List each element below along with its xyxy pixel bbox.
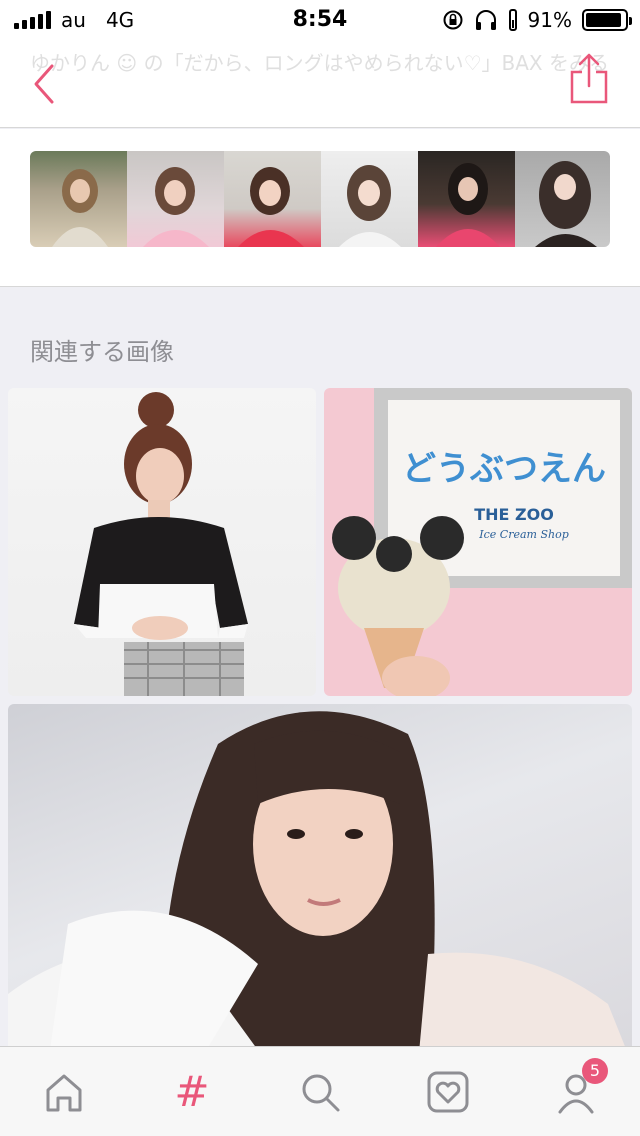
nav-header: ゆかりん ☺ の「だから、ロングはやめられない♡」BAX をみる	[0, 40, 640, 128]
status-bar: au 4G 8:54 91%	[0, 0, 640, 40]
heart-icon	[427, 1071, 469, 1112]
related-image-2[interactable]: どうぶつえん THE ZOO Ice Cream Shop	[324, 388, 632, 696]
status-right: 91%	[442, 8, 632, 32]
header-title: ゆかりん ☺ の「だから、ロングはやめられない♡」BAX をみる	[30, 51, 609, 75]
thumbnail-5-figure	[436, 163, 500, 247]
home-icon	[46, 1074, 82, 1111]
thumbnail-3[interactable]	[224, 151, 321, 247]
battery-fill	[586, 13, 621, 27]
related-image-3[interactable]	[8, 704, 632, 1064]
tab-profile[interactable]: 5	[546, 1057, 608, 1122]
related-image-3-portrait	[8, 711, 632, 1064]
related-image-2-scene: どうぶつえん THE ZOO Ice Cream Shop	[332, 388, 632, 696]
chevron-left-icon	[34, 64, 54, 104]
thumbnail-6-figure	[535, 161, 597, 247]
thumbnail-section	[0, 129, 640, 287]
thumbnail-4-figure	[339, 165, 401, 247]
tab-home[interactable]	[34, 1062, 94, 1122]
tab-bar: # 5	[0, 1046, 640, 1136]
battery-icon	[582, 9, 632, 31]
thumbnail-2-figure	[143, 167, 209, 247]
thumbnail-5[interactable]	[418, 151, 515, 247]
share-icon	[570, 53, 608, 104]
rotation-lock-icon	[443, 10, 463, 30]
hashtag-icon: #	[174, 1067, 210, 1116]
tab-search[interactable]	[290, 1062, 350, 1122]
thumbnail-strip[interactable]	[30, 151, 610, 247]
back-button[interactable]	[26, 60, 66, 108]
thumbnail-6[interactable]	[515, 151, 610, 247]
alarm-icon	[508, 9, 517, 31]
thumbnail-3-figure	[238, 167, 304, 247]
related-image-1[interactable]	[8, 388, 316, 696]
thumbnail-1[interactable]	[30, 151, 127, 247]
thumbnail-1-figure	[52, 169, 108, 247]
shop-sign-text: どうぶつえん	[402, 449, 606, 489]
related-image-1-figure	[74, 392, 248, 696]
tab-hashtag[interactable]: #	[162, 1062, 222, 1122]
search-icon	[302, 1074, 340, 1111]
tab-favorites[interactable]	[418, 1062, 478, 1122]
shop-sign-subtext-2: Ice Cream Shop	[478, 528, 568, 541]
thumbnail-2[interactable]	[127, 151, 224, 247]
battery-percent: 91%	[527, 8, 572, 32]
thumbnail-4[interactable]	[321, 151, 418, 247]
shop-sign-subtext: THE ZOO	[474, 505, 554, 524]
related-images-heading: 関連する画像	[30, 338, 174, 366]
notification-badge: 5	[582, 1057, 608, 1084]
share-button[interactable]	[566, 52, 612, 106]
headphones-icon	[475, 10, 496, 30]
